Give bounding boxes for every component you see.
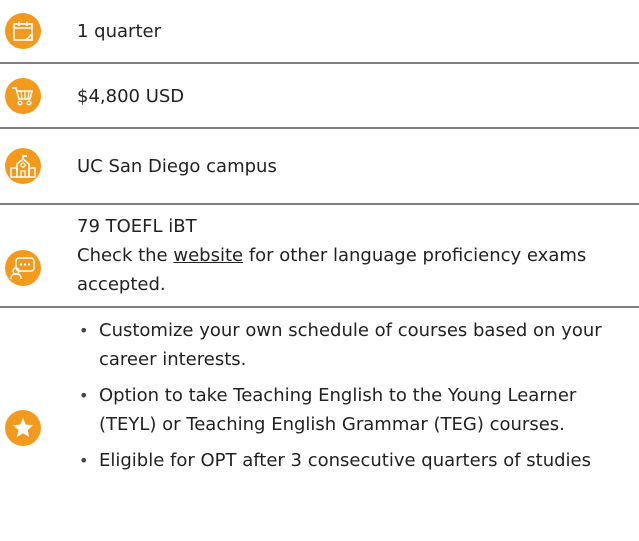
location-row: UC San Diego campus xyxy=(0,129,639,203)
list-item: Customize your own schedule of courses b… xyxy=(77,316,617,374)
highlights-list: Customize your own schedule of courses b… xyxy=(77,316,617,482)
chat-bubble-icon xyxy=(5,250,41,286)
cost-text: $4,800 USD xyxy=(77,86,185,107)
duration-text: 1 quarter xyxy=(77,21,161,42)
requirements-note: Check the website for other language pro… xyxy=(77,245,587,295)
calendar-icon xyxy=(5,13,41,49)
list-item: Option to take Teaching English to the Y… xyxy=(77,381,617,439)
school-building-icon xyxy=(5,148,41,184)
star-icon xyxy=(5,410,41,446)
duration-row: 1 quarter xyxy=(0,0,639,62)
location-text: UC San Diego campus xyxy=(77,156,277,177)
requirements-text: 79 TOEFL iBT Check the website for other… xyxy=(77,212,617,299)
requirements-row: 79 TOEFL iBT Check the website for other… xyxy=(0,205,639,306)
toefl-score: 79 TOEFL iBT xyxy=(77,216,197,237)
list-item: Eligible for OPT after 3 consecutive qua… xyxy=(77,446,617,475)
highlights-row: Customize your own schedule of courses b… xyxy=(0,308,639,541)
website-link[interactable]: website xyxy=(173,245,243,266)
shopping-cart-icon xyxy=(5,78,41,114)
cost-row: $4,800 USD xyxy=(0,64,639,127)
